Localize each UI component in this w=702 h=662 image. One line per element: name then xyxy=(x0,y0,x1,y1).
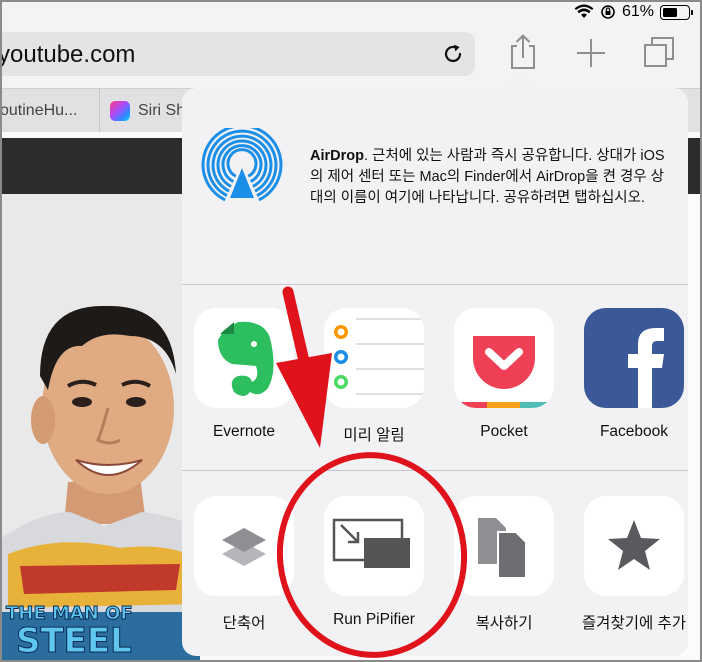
browser-toolbar: youtube.com xyxy=(0,26,702,88)
airdrop-body: . 근처에 있는 사람과 즉시 공유합니다. 상대가 iOS의 제어 센터 또는… xyxy=(310,148,665,206)
share-app-evernote[interactable]: Evernote xyxy=(184,308,304,441)
airdrop-description: AirDrop. 근처에 있는 사람과 즉시 공유합니다. 상대가 iOS의 제… xyxy=(310,146,672,209)
shirt-text-line: STEEL xyxy=(16,621,133,661)
pipifier-icon xyxy=(324,496,424,596)
share-icon[interactable] xyxy=(506,34,540,70)
app-label: Pocket xyxy=(480,423,528,440)
person-photo: THE MAN OF STEEL xyxy=(0,194,200,662)
copy-icon xyxy=(454,496,554,596)
action-add-to-favorites[interactable]: 즐겨찾기에 추가 xyxy=(574,496,688,633)
reminders-icon xyxy=(324,308,424,408)
status-indicators: 61% xyxy=(574,3,693,21)
wifi-icon xyxy=(574,4,594,18)
share-app-pocket[interactable]: Pocket xyxy=(444,308,564,441)
app-label: Evernote xyxy=(212,423,276,440)
tab-label: outineHu... xyxy=(0,102,78,119)
share-app-facebook[interactable]: Facebook xyxy=(574,308,688,441)
siri-shortcuts-favicon xyxy=(110,101,130,121)
battery-level xyxy=(663,7,677,17)
sheet-divider xyxy=(182,470,688,471)
pocket-icon xyxy=(454,308,554,408)
plus-icon[interactable] xyxy=(574,34,608,70)
action-label: Run PiPifier xyxy=(333,611,415,628)
star-icon xyxy=(584,496,684,596)
action-label: 복사하기 xyxy=(475,615,533,632)
evernote-icon xyxy=(194,308,294,408)
tabs-icon[interactable] xyxy=(642,34,676,70)
airdrop-icon xyxy=(201,128,283,202)
tab-label: Siri Sh xyxy=(138,102,186,119)
action-copy[interactable]: 복사하기 xyxy=(444,496,564,633)
action-label: 단축어 xyxy=(222,615,266,632)
facebook-icon xyxy=(584,308,684,408)
airdrop-title: AirDrop xyxy=(310,148,364,164)
share-app-reminders[interactable]: 미리 알림 xyxy=(314,308,434,445)
battery-icon xyxy=(660,4,693,20)
sheet-divider xyxy=(182,284,688,285)
airdrop-section[interactable]: AirDrop. 근처에 있는 사람과 즉시 공유합니다. 상대가 iOS의 제… xyxy=(182,88,688,284)
action-run-pipifier[interactable]: Run PiPifier xyxy=(314,496,434,629)
action-label: 즐겨찾기에 추가 xyxy=(581,615,687,632)
reload-icon[interactable] xyxy=(441,42,465,66)
status-bar: 61% xyxy=(0,0,702,26)
address-bar[interactable]: youtube.com xyxy=(0,32,475,76)
share-app-row: Evernote 미리 알림 Pocket Facebook xyxy=(182,308,688,468)
action-shortcuts[interactable]: 단축어 xyxy=(184,496,304,633)
app-label: Facebook xyxy=(599,423,669,440)
app-label: 미리 알림 xyxy=(343,427,405,444)
orientation-lock-icon xyxy=(601,5,615,19)
share-sheet: AirDrop. 근처에 있는 사람과 즉시 공유합니다. 상대가 iOS의 제… xyxy=(182,88,688,656)
url-text: youtube.com xyxy=(0,41,136,68)
share-action-row: 단축어 Run PiPifier 복사하기 즐겨찾기에 추가 xyxy=(182,496,688,656)
shortcuts-icon xyxy=(194,496,294,596)
tab-item[interactable]: outineHu... xyxy=(0,89,100,133)
battery-percent: 61% xyxy=(621,3,654,20)
